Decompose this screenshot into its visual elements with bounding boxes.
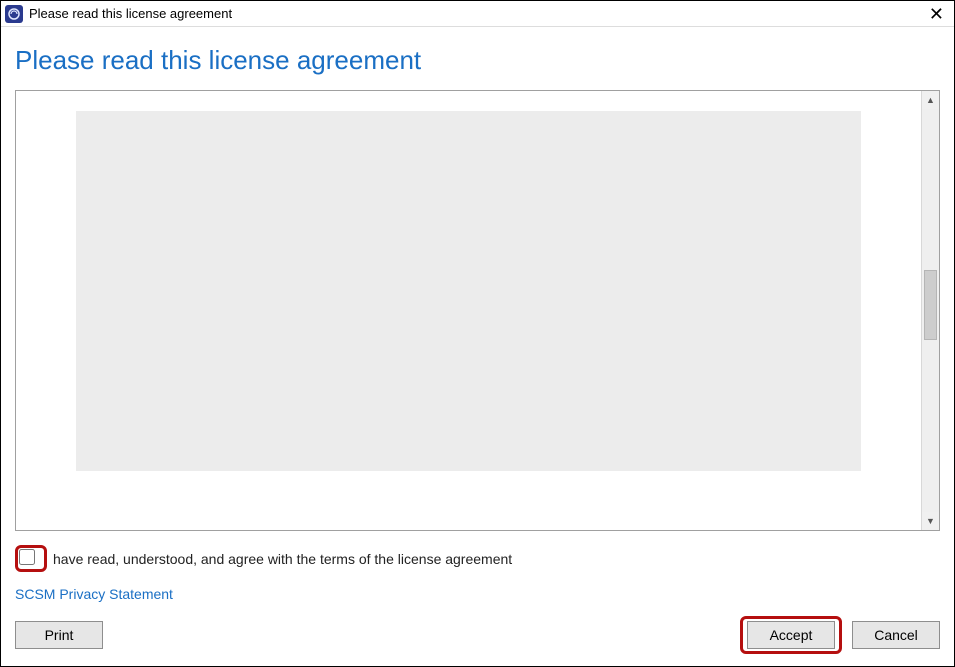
checkbox-highlight — [15, 545, 47, 572]
agree-checkbox[interactable] — [19, 549, 35, 565]
button-row: Print Accept Cancel — [15, 616, 940, 666]
accept-highlight: Accept — [740, 616, 842, 654]
agree-label: have read, understood, and agree with th… — [53, 551, 512, 567]
scroll-thumb[interactable] — [924, 270, 937, 340]
license-text-body — [76, 111, 861, 471]
scroll-down-icon[interactable]: ▼ — [922, 512, 939, 530]
app-icon — [5, 5, 23, 23]
cancel-button[interactable]: Cancel — [852, 621, 940, 649]
license-text-frame: ▲ ▼ — [15, 90, 940, 531]
privacy-statement-link[interactable]: SCSM Privacy Statement — [15, 586, 940, 602]
content-area: Please read this license agreement ▲ ▼ h… — [1, 27, 954, 666]
license-text-container — [16, 91, 921, 530]
scroll-track[interactable] — [922, 109, 939, 512]
accept-button[interactable]: Accept — [747, 621, 835, 649]
print-button[interactable]: Print — [15, 621, 103, 649]
close-icon[interactable]: ✕ — [923, 5, 950, 23]
scroll-up-icon[interactable]: ▲ — [922, 91, 939, 109]
agree-row: have read, understood, and agree with th… — [15, 545, 940, 572]
window-title: Please read this license agreement — [29, 6, 923, 21]
page-title: Please read this license agreement — [15, 45, 940, 76]
scrollbar-vertical[interactable]: ▲ ▼ — [921, 91, 939, 530]
titlebar: Please read this license agreement ✕ — [1, 1, 954, 27]
